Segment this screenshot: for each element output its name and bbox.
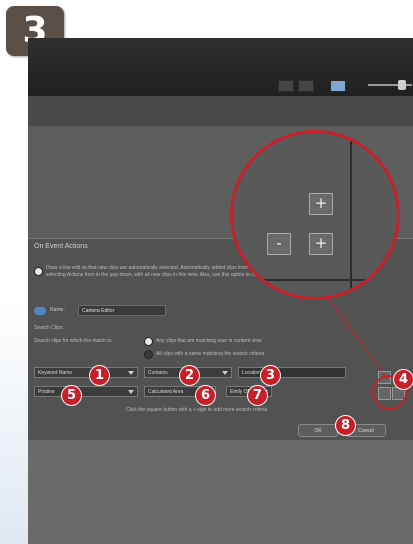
- page-margin: [0, 300, 28, 544]
- view-detail-button[interactable]: [330, 80, 346, 92]
- criteria-value-1: Location: [242, 370, 261, 376]
- criteria-hint: Click the square button with a + sign to…: [126, 407, 268, 413]
- section-label: Search Clips:: [34, 325, 64, 331]
- criteria-field-value-1: Keyword Name: [38, 370, 73, 376]
- zoom-slider-knob[interactable]: [398, 80, 406, 90]
- magnifier-callout: + - +: [230, 130, 400, 300]
- view-grid-button[interactable]: [278, 80, 294, 92]
- lower-panel: [28, 440, 413, 544]
- radio-all-label: All clips with a name matching the searc…: [156, 351, 265, 357]
- title-bar: [28, 38, 413, 96]
- callout-6: 6: [196, 386, 215, 405]
- radio-all[interactable]: [144, 350, 153, 359]
- name-field[interactable]: Camera Editor: [78, 305, 166, 316]
- criteria-field-value-2: Pristine: [38, 389, 55, 395]
- callout-7: 7: [248, 386, 267, 405]
- callout-3: 3: [261, 366, 280, 385]
- plus-icon[interactable]: +: [309, 193, 333, 215]
- name-toggle[interactable]: [34, 307, 46, 315]
- radio-any-label: Any clips that are matching user in cont…: [156, 338, 262, 344]
- view-list-button[interactable]: [298, 80, 314, 92]
- callout-8: 8: [336, 416, 355, 435]
- plus-icon[interactable]: +: [309, 233, 333, 255]
- chevron-down-icon: [128, 371, 134, 375]
- criteria-value-field-1[interactable]: Location: [238, 367, 346, 378]
- option-radio[interactable]: [34, 267, 43, 276]
- ok-button[interactable]: OK: [298, 424, 338, 437]
- criteria-operator-value-2: Calculated Area: [148, 389, 184, 395]
- dialog-title: On Event Actions: [34, 243, 88, 250]
- minus-icon[interactable]: -: [267, 233, 291, 255]
- chevron-down-icon: [128, 390, 134, 394]
- radio-any[interactable]: [144, 337, 153, 346]
- name-label: Name:: [50, 307, 65, 313]
- match-label: Search clips for which the match is:: [34, 338, 113, 344]
- criteria-field-dropdown-1[interactable]: Keyword Name: [34, 367, 138, 378]
- callout-1: 1: [90, 366, 109, 385]
- divider: [350, 133, 352, 297]
- chevron-down-icon: [222, 371, 228, 375]
- callout-5: 5: [62, 386, 81, 405]
- criteria-field-dropdown-2[interactable]: Pristine: [34, 386, 138, 397]
- callout-2: 2: [180, 366, 199, 385]
- criteria-operator-value-1: Contains: [148, 370, 168, 376]
- callout-4: 4: [394, 370, 413, 389]
- divider: [233, 279, 397, 281]
- toolbar: [28, 96, 413, 127]
- app-window: On Event Actions Draw a live edit so tha…: [28, 38, 413, 544]
